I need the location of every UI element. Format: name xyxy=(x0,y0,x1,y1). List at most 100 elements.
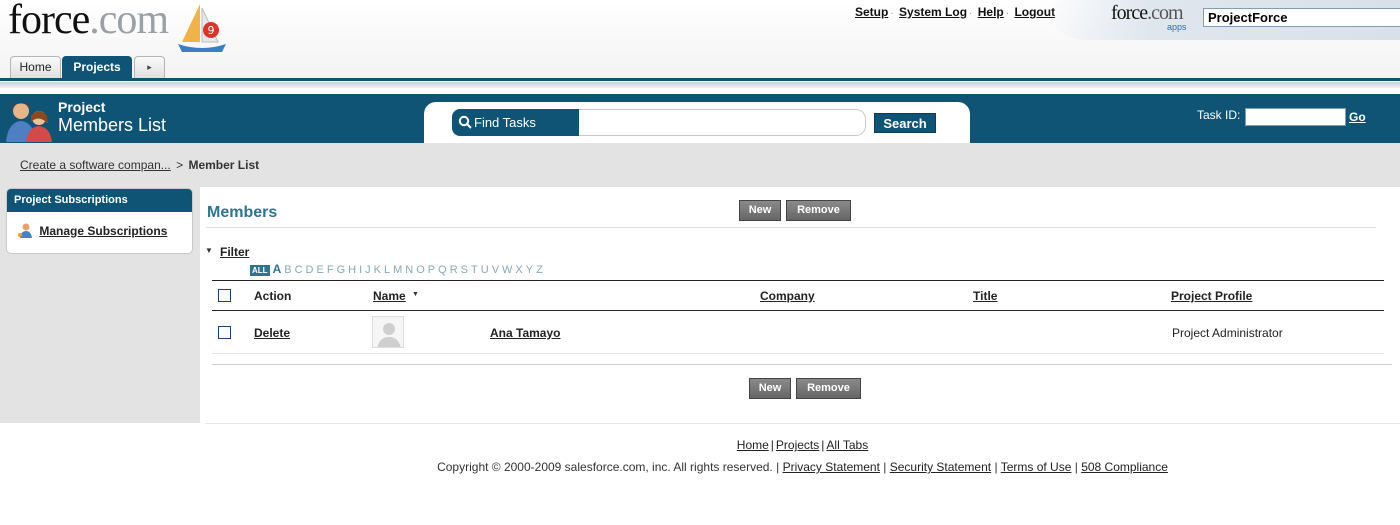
column-header-name[interactable]: Name xyxy=(373,289,406,303)
task-id-input[interactable] xyxy=(1245,108,1346,126)
header-divider-shadow xyxy=(0,82,1400,88)
select-all-checkbox[interactable] xyxy=(218,289,231,302)
members-icon xyxy=(6,103,52,142)
security-statement-link[interactable]: Security Statement xyxy=(890,460,991,474)
breadcrumb: Create a software compan... > Member Lis… xyxy=(20,158,260,172)
manage-subscriptions-link[interactable]: Manage Subscriptions xyxy=(39,224,167,238)
header-divider xyxy=(0,78,1400,81)
copyright-text: Copyright © 2000-2009 salesforce.com, in… xyxy=(437,460,780,474)
search-icon xyxy=(458,115,472,129)
apps-label: apps xyxy=(1167,22,1187,32)
setup-link[interactable]: Setup xyxy=(855,5,888,19)
alpha-letter[interactable]: S xyxy=(461,264,468,276)
member-profile: Project Administrator xyxy=(1172,326,1283,340)
page-title-line1: Project xyxy=(58,99,106,115)
compliance-508-link[interactable]: 508 Compliance xyxy=(1081,460,1168,474)
app-switcher: force.com apps ProjectForce ▼ xyxy=(1045,0,1400,40)
alpha-all[interactable]: ALL xyxy=(250,264,270,276)
tab-home[interactable]: Home xyxy=(10,56,61,78)
search-panel: Find Tasks Search xyxy=(424,102,970,143)
alpha-letter[interactable]: U xyxy=(481,264,489,276)
alpha-letter[interactable]: G xyxy=(337,264,346,276)
footer-divider xyxy=(205,423,1400,424)
alpha-letter[interactable]: W xyxy=(502,264,512,276)
new-button-bottom[interactable]: New xyxy=(749,378,791,399)
column-header-action: Action xyxy=(254,289,292,303)
table-bottom-rule xyxy=(212,364,1392,365)
page-title-line2: Members List xyxy=(58,115,167,135)
top-header: force.com 9 Setup · System Log · Help · Log… xyxy=(0,0,1400,78)
search-input[interactable] xyxy=(579,109,866,136)
column-header-company[interactable]: Company xyxy=(760,289,815,303)
remove-button-bottom[interactable]: Remove xyxy=(796,378,861,399)
alpha-letter[interactable]: J xyxy=(365,264,371,276)
sailboat-icon: 9 xyxy=(178,4,226,52)
alpha-letter[interactable]: V xyxy=(492,264,499,276)
alpha-letter[interactable]: C xyxy=(295,264,303,276)
app-select[interactable]: ProjectForce ▼ xyxy=(1203,8,1400,27)
privacy-statement-link[interactable]: Privacy Statement xyxy=(783,460,880,474)
help-link[interactable]: Help xyxy=(978,5,1004,19)
title-divider xyxy=(206,227,1376,228)
column-header-profile[interactable]: Project Profile xyxy=(1171,289,1252,303)
top-links: Setup · System Log · Help · Logout xyxy=(855,5,1056,19)
column-header-title[interactable]: Title xyxy=(973,289,997,303)
copyright: Copyright © 2000-2009 salesforce.com, in… xyxy=(437,460,1168,474)
user-placeholder-icon xyxy=(377,323,401,347)
alpha-letter[interactable]: H xyxy=(348,264,356,276)
page-title: Project Members List xyxy=(58,99,167,136)
footer-projects-link[interactable]: Projects xyxy=(776,438,819,452)
footer-all-tabs-link[interactable]: All Tabs xyxy=(826,438,868,452)
collapse-triangle-icon[interactable]: ▼ xyxy=(205,246,213,255)
alpha-letter[interactable]: O xyxy=(416,264,425,276)
alpha-letter[interactable]: Q xyxy=(438,264,447,276)
task-id-label: Task ID: xyxy=(1197,108,1241,122)
new-button-top[interactable]: New xyxy=(739,200,781,221)
alpha-letter[interactable]: K xyxy=(374,264,381,276)
breadcrumb-current: Member List xyxy=(188,158,260,172)
alpha-letter[interactable]: P xyxy=(428,264,435,276)
alpha-letter[interactable]: R xyxy=(450,264,458,276)
tab-more-arrow[interactable]: ▸ xyxy=(134,56,165,78)
logo-wordmark: force.com xyxy=(8,0,169,43)
search-button[interactable]: Search xyxy=(874,113,936,133)
alpha-letter-selected[interactable]: A xyxy=(273,262,282,276)
breadcrumb-project-link[interactable]: Create a software compan... xyxy=(20,158,171,172)
system-log-link[interactable]: System Log xyxy=(899,5,967,19)
alpha-letter[interactable]: D xyxy=(306,264,314,276)
subscriptions-box: Project Subscriptions Manage Subscriptio… xyxy=(6,188,193,254)
delete-link[interactable]: Delete xyxy=(254,326,290,340)
table-top-rule xyxy=(212,280,1384,281)
footer-links: Home | Projects | All Tabs xyxy=(736,438,869,452)
remove-button-top[interactable]: Remove xyxy=(786,200,851,221)
alpha-letter[interactable]: N xyxy=(405,264,413,276)
task-go-link[interactable]: Go xyxy=(1349,110,1366,124)
svg-text:9: 9 xyxy=(208,24,215,37)
sort-descending-icon[interactable]: ▼ xyxy=(412,291,419,298)
find-tasks-label: Find Tasks xyxy=(452,109,580,136)
table-header-rule xyxy=(212,310,1384,311)
app-select-value: ProjectForce xyxy=(1208,10,1288,25)
row-divider xyxy=(212,353,1384,354)
alpha-letter[interactable]: Y xyxy=(526,264,533,276)
alpha-letter[interactable]: M xyxy=(393,264,402,276)
alpha-filter: ALL A B C D E F G H I J K L M N O P Q R S T U V W X Y Z xyxy=(250,262,546,276)
members-title: Members xyxy=(207,204,278,221)
alpha-letter[interactable]: L xyxy=(384,264,390,276)
alpha-letter[interactable]: E xyxy=(316,264,323,276)
filter-toggle[interactable]: Filter xyxy=(220,245,249,259)
alpha-letter[interactable]: I xyxy=(359,264,362,276)
tab-projects[interactable]: Projects xyxy=(62,56,132,78)
subscription-icon xyxy=(18,223,32,238)
alpha-letter[interactable]: Z xyxy=(536,264,543,276)
alpha-letter[interactable]: B xyxy=(284,264,291,276)
footer-home-link[interactable]: Home xyxy=(737,438,769,452)
row-checkbox[interactable] xyxy=(218,326,231,339)
member-name-link[interactable]: Ana Tamayo xyxy=(490,326,560,340)
alpha-letter[interactable]: X xyxy=(515,264,522,276)
alpha-letter[interactable]: T xyxy=(471,264,478,276)
subscriptions-heading: Project Subscriptions xyxy=(7,189,192,212)
manage-subscriptions-item[interactable]: Manage Subscriptions xyxy=(17,222,167,238)
alpha-letter[interactable]: F xyxy=(327,264,334,276)
terms-of-use-link[interactable]: Terms of Use xyxy=(1001,460,1072,474)
